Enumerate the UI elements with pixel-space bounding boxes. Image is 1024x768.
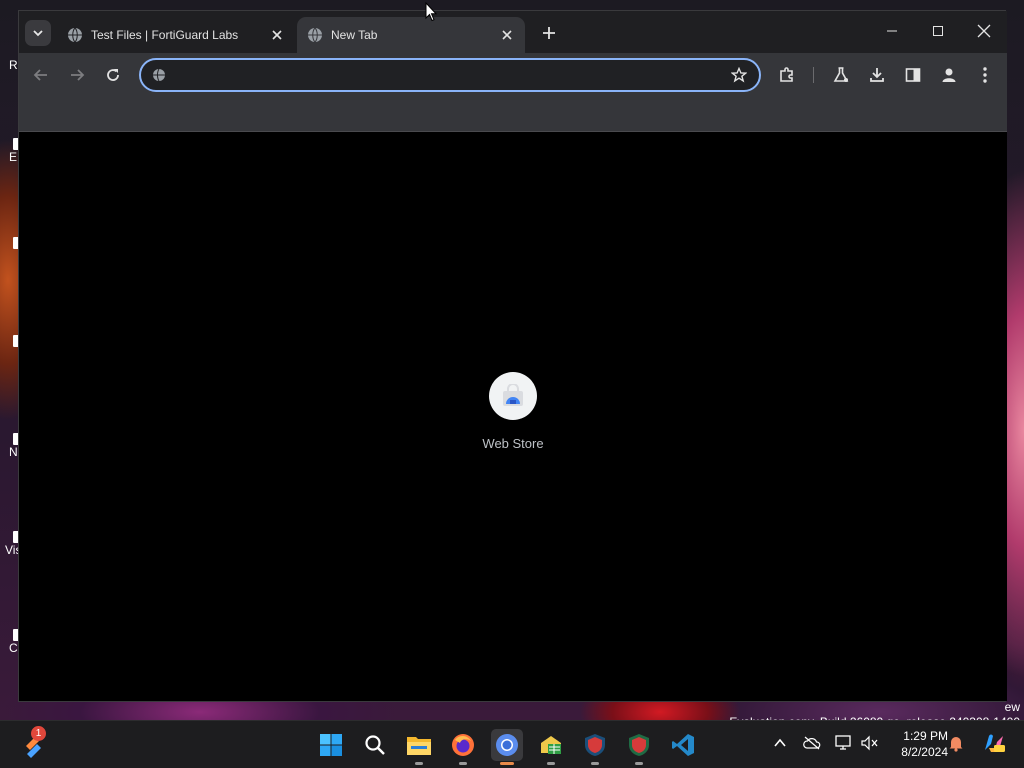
clock-date: 8/2/2024 [901,745,948,759]
bookmark-button[interactable] [725,61,753,89]
network-status[interactable] [835,734,853,752]
tab-new-tab[interactable]: New Tab [297,17,525,53]
web-store-icon [503,384,523,406]
more-vert-icon [983,67,987,83]
onedrive-status[interactable] [803,734,821,752]
active-indicator [500,762,514,765]
taskbar-file-explorer[interactable] [403,729,435,765]
close-icon [977,24,991,38]
copilot-icon [985,734,1005,752]
clock-time: 1:29 PM [903,729,948,743]
firefox-icon [452,734,474,756]
shortcut-web-store[interactable]: Web Store [453,372,573,462]
maximize-icon [933,26,943,36]
downloads-button[interactable] [863,61,891,89]
reload-icon [107,69,119,81]
maximize-button[interactable] [915,17,961,45]
shield-app-2-icon [629,734,649,756]
taskbar-shield-app[interactable] [579,729,611,765]
labs-flask-icon [833,67,849,82]
taskbar-network-drive[interactable] [535,729,567,765]
shortcut-label: Web Store [482,436,544,451]
start-icon [320,734,342,756]
taskbar-clock[interactable]: 1:29 PM 8/2/2024 [884,728,948,760]
extensions-icon [780,67,793,82]
show-hidden-icons-button[interactable] [771,734,789,752]
tab-fortiguard[interactable]: Test Files | FortiGuard Labs [57,17,295,53]
volume-muted-icon [861,735,878,751]
forward-button[interactable] [63,61,91,89]
minimize-icon [887,30,897,32]
taskbar-firefox[interactable] [447,729,479,765]
browser-window: Test Files | FortiGuard Labs New Tab Web… [18,10,1007,702]
watermark-line-1: ew [1004,700,1020,714]
arrow-right-icon [71,69,85,81]
minimize-button[interactable] [869,17,915,45]
running-indicator [547,762,555,765]
taskbar-vscode[interactable] [667,729,699,761]
chevron-down-icon [33,30,43,37]
close-tab-button[interactable] [499,27,515,43]
volume-status[interactable] [861,734,879,752]
new-tab-page: Web Store [19,132,1007,701]
close-icon [502,30,512,40]
plus-icon [543,27,555,39]
running-indicator [591,762,599,765]
notification-count-badge: 1 [31,726,46,741]
globe-icon [308,27,322,43]
star-icon [731,67,747,83]
network-drive-icon [541,736,561,754]
close-icon [272,30,282,40]
bell-icon [949,737,963,752]
tab-title: New Tab [331,28,378,42]
side-panel-button[interactable] [899,61,927,89]
chevron-up-icon [774,738,786,747]
address-input[interactable] [175,67,725,83]
reload-button[interactable] [99,61,127,89]
download-icon [870,68,884,82]
taskbar-shield-app-2[interactable] [623,729,655,765]
more-menu-button[interactable] [971,61,999,89]
shortcut-tile [489,372,537,420]
search-icon [365,735,385,755]
running-indicator [459,762,467,765]
close-window-button[interactable] [961,17,1007,45]
profile-button[interactable] [935,61,963,89]
new-tab-button[interactable] [537,21,561,45]
copilot-button[interactable] [982,732,1006,754]
start-button[interactable] [315,729,347,761]
toolbar-divider [813,67,814,83]
cloud-off-icon [803,736,821,750]
shield-app-icon [585,734,605,756]
bookmarks-bar [19,97,1007,132]
back-button[interactable] [27,61,55,89]
close-tab-button[interactable] [269,27,285,43]
profile-icon [942,68,956,82]
mouse-cursor-icon [425,2,437,22]
tab-search-button[interactable] [25,20,51,46]
taskbar-search-button[interactable] [359,729,391,761]
labs-button[interactable] [827,61,855,89]
running-indicator [415,762,423,765]
display-icon [835,735,851,750]
extensions-button[interactable] [773,61,801,89]
arrow-left-icon [33,69,47,81]
browser-toolbar [19,53,1007,97]
tab-title: Test Files | FortiGuard Labs [91,28,239,42]
site-info-icon [153,68,165,82]
running-indicator [635,762,643,765]
side-panel-icon [905,68,921,82]
address-bar[interactable] [139,58,761,92]
vscode-icon [672,734,694,756]
taskbar-chrome[interactable] [491,729,523,765]
chrome-icon [496,734,518,756]
globe-icon [68,27,82,43]
notifications-button[interactable] [947,734,965,752]
file-explorer-icon [407,737,431,755]
tab-strip: Test Files | FortiGuard Labs New Tab [19,11,1007,53]
